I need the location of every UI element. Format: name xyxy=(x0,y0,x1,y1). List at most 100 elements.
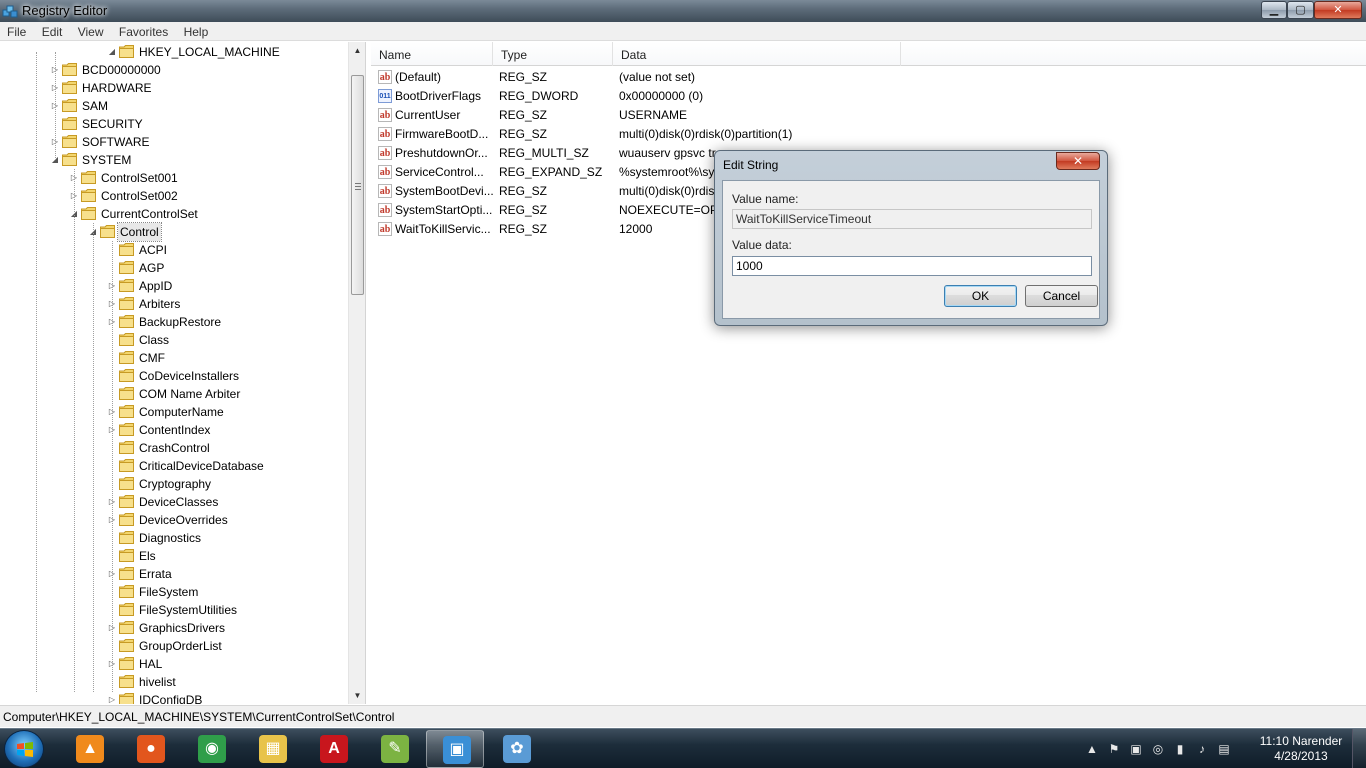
tree-guide-line xyxy=(55,52,56,160)
clock-date: 4/28/2013 xyxy=(1274,749,1328,763)
taskbar-app-button[interactable]: ▲ xyxy=(60,730,118,768)
tree-item-label: ControlSet001 xyxy=(101,171,178,185)
folder-icon xyxy=(119,387,134,400)
menu-favorites[interactable]: Favorites xyxy=(112,22,173,39)
taskbar-app-button[interactable]: ◉ xyxy=(182,730,240,768)
tree-item-label: DeviceOverrides xyxy=(139,513,228,527)
tree-scrollbar[interactable]: ▲ ▼ xyxy=(348,42,365,704)
battery-icon[interactable]: ▮ xyxy=(1172,741,1188,757)
scrollbar-thumb[interactable] xyxy=(351,75,364,295)
value-row[interactable]: ab CurrentUser REG_SZ USERNAME xyxy=(371,106,1366,125)
registry-tree[interactable]: ◢ HKEY_LOCAL_MACHINE ▷ BCD00000000 ▷ HARDWARE… xyxy=(0,42,366,704)
value-name: WaitToKillServic... xyxy=(395,222,491,236)
value-type: REG_EXPAND_SZ xyxy=(499,165,603,179)
value-row[interactable]: 011 BootDriverFlags REG_DWORD 0x00000000 (0… xyxy=(371,87,1366,106)
folder-icon xyxy=(119,513,134,526)
value-data-label: Value data: xyxy=(732,238,792,252)
tree-guide-line xyxy=(112,241,113,692)
dialog-close-button[interactable]: ✕ xyxy=(1056,152,1100,170)
minimize-button[interactable]: ▁ xyxy=(1261,1,1287,19)
tree-item-label: CrashControl xyxy=(139,441,210,455)
folder-icon xyxy=(119,531,134,544)
collapse-arrow-icon[interactable]: ◢ xyxy=(108,48,116,56)
tree-item-label: GraphicsDrivers xyxy=(139,621,226,635)
tree-item-label: HKEY_LOCAL_MACHINE xyxy=(139,45,280,59)
folder-icon xyxy=(119,441,134,454)
tree-item-label: ACPI xyxy=(139,243,168,257)
value-name: ServiceControl... xyxy=(395,165,484,179)
start-button[interactable] xyxy=(4,730,44,768)
tree-guide-line xyxy=(74,169,75,692)
folder-icon xyxy=(119,351,134,364)
menu-file[interactable]: File xyxy=(0,22,31,39)
value-type: REG_SZ xyxy=(499,108,548,122)
list-header: Name Type Data xyxy=(371,42,1366,66)
title-bar: Registry Editor ▁ ▢ ✕ xyxy=(0,0,1366,22)
tree-item-label: HARDWARE xyxy=(82,81,152,95)
tree-item-label: BackupRestore xyxy=(139,315,222,329)
close-window-button[interactable]: ✕ xyxy=(1314,1,1362,19)
taskbar-app-button[interactable]: A xyxy=(304,730,362,768)
column-header-type[interactable]: Type xyxy=(493,42,613,66)
tree-item-label: Diagnostics xyxy=(139,531,202,545)
taskbar-app-button[interactable]: ● xyxy=(121,730,179,768)
network-icon[interactable]: ▤ xyxy=(1216,741,1232,757)
tree-item-label: FileSystem xyxy=(139,585,199,599)
cancel-button[interactable]: Cancel xyxy=(1025,285,1098,307)
folder-icon xyxy=(119,549,134,562)
tree-item-label: GroupOrderList xyxy=(139,639,222,653)
values-list[interactable]: Name Type Data ab (Default) REG_SZ (value n… xyxy=(371,42,1366,704)
tree-item-label: AppID xyxy=(139,279,173,293)
folder-icon xyxy=(119,459,134,472)
scroll-down-arrow-icon[interactable]: ▼ xyxy=(349,687,366,704)
folder-icon xyxy=(62,135,77,148)
ok-button[interactable]: OK xyxy=(944,285,1017,307)
explorer-icon: ▦ xyxy=(259,735,287,763)
volume-icon[interactable]: ♪ xyxy=(1194,741,1210,757)
maximize-button[interactable]: ▢ xyxy=(1287,1,1314,19)
action-center-flag-icon[interactable]: ⚑ xyxy=(1106,741,1122,757)
string-value-icon: ab xyxy=(378,165,392,179)
expand-arrow-icon[interactable]: ▷ xyxy=(108,696,116,704)
folder-icon xyxy=(119,585,134,598)
value-row[interactable]: ab (Default) REG_SZ (value not set) xyxy=(371,68,1366,87)
clock[interactable]: 11:10 Narender 4/28/2013 xyxy=(1256,734,1346,764)
folder-icon xyxy=(119,423,134,436)
menu-help[interactable]: Help xyxy=(177,22,214,39)
taskbar-app-button[interactable]: ✎ xyxy=(365,730,423,768)
tree-guide-line xyxy=(36,52,37,692)
string-value-icon: ab xyxy=(378,108,392,122)
column-header-name[interactable]: Name xyxy=(371,42,493,66)
value-type: REG_DWORD xyxy=(499,89,579,103)
tray-network-app-icon[interactable]: ◎ xyxy=(1150,741,1166,757)
show-desktop-button[interactable] xyxy=(1352,729,1366,768)
show-hidden-icons-icon[interactable]: ▲ xyxy=(1084,741,1100,757)
taskbar-app-button[interactable]: ▣ xyxy=(426,730,484,768)
folder-icon xyxy=(81,189,96,202)
dialog-body: Value name: WaitToKillServiceTimeout Val… xyxy=(722,180,1100,319)
menu-edit[interactable]: Edit xyxy=(35,22,68,39)
folder-icon xyxy=(119,243,134,256)
folder-icon xyxy=(119,297,134,310)
tree-item-label: AGP xyxy=(139,261,165,275)
windows-flag-icon xyxy=(17,742,33,757)
column-header-data[interactable]: Data xyxy=(613,42,901,66)
tree-item-label: SYSTEM xyxy=(82,153,132,167)
edit-string-dialog: Edit String ✕ Value name: WaitToKillServ… xyxy=(714,150,1108,326)
tray-app-icon[interactable]: ▣ xyxy=(1128,741,1144,757)
dialog-title: Edit String xyxy=(723,158,779,172)
paint-icon: ✿ xyxy=(503,735,531,763)
menu-view[interactable]: View xyxy=(71,22,109,39)
value-row[interactable]: ab FirmwareBootD... REG_SZ multi(0)disk(0)r… xyxy=(371,125,1366,144)
open-folder-icon xyxy=(119,45,134,58)
taskbar-app-button[interactable]: ▦ xyxy=(243,730,301,768)
taskbar-app-button[interactable]: ✿ xyxy=(487,730,545,768)
folder-icon xyxy=(62,63,77,76)
value-type: REG_SZ xyxy=(499,203,548,217)
tree-item-label: CMF xyxy=(139,351,165,365)
value-data-input[interactable]: 1000 xyxy=(732,256,1092,276)
scroll-up-arrow-icon[interactable]: ▲ xyxy=(349,42,366,59)
tree-item-label: BCD00000000 xyxy=(82,63,161,77)
folder-icon xyxy=(119,657,134,670)
menu-bar: File Edit View Favorites Help xyxy=(0,22,1366,41)
